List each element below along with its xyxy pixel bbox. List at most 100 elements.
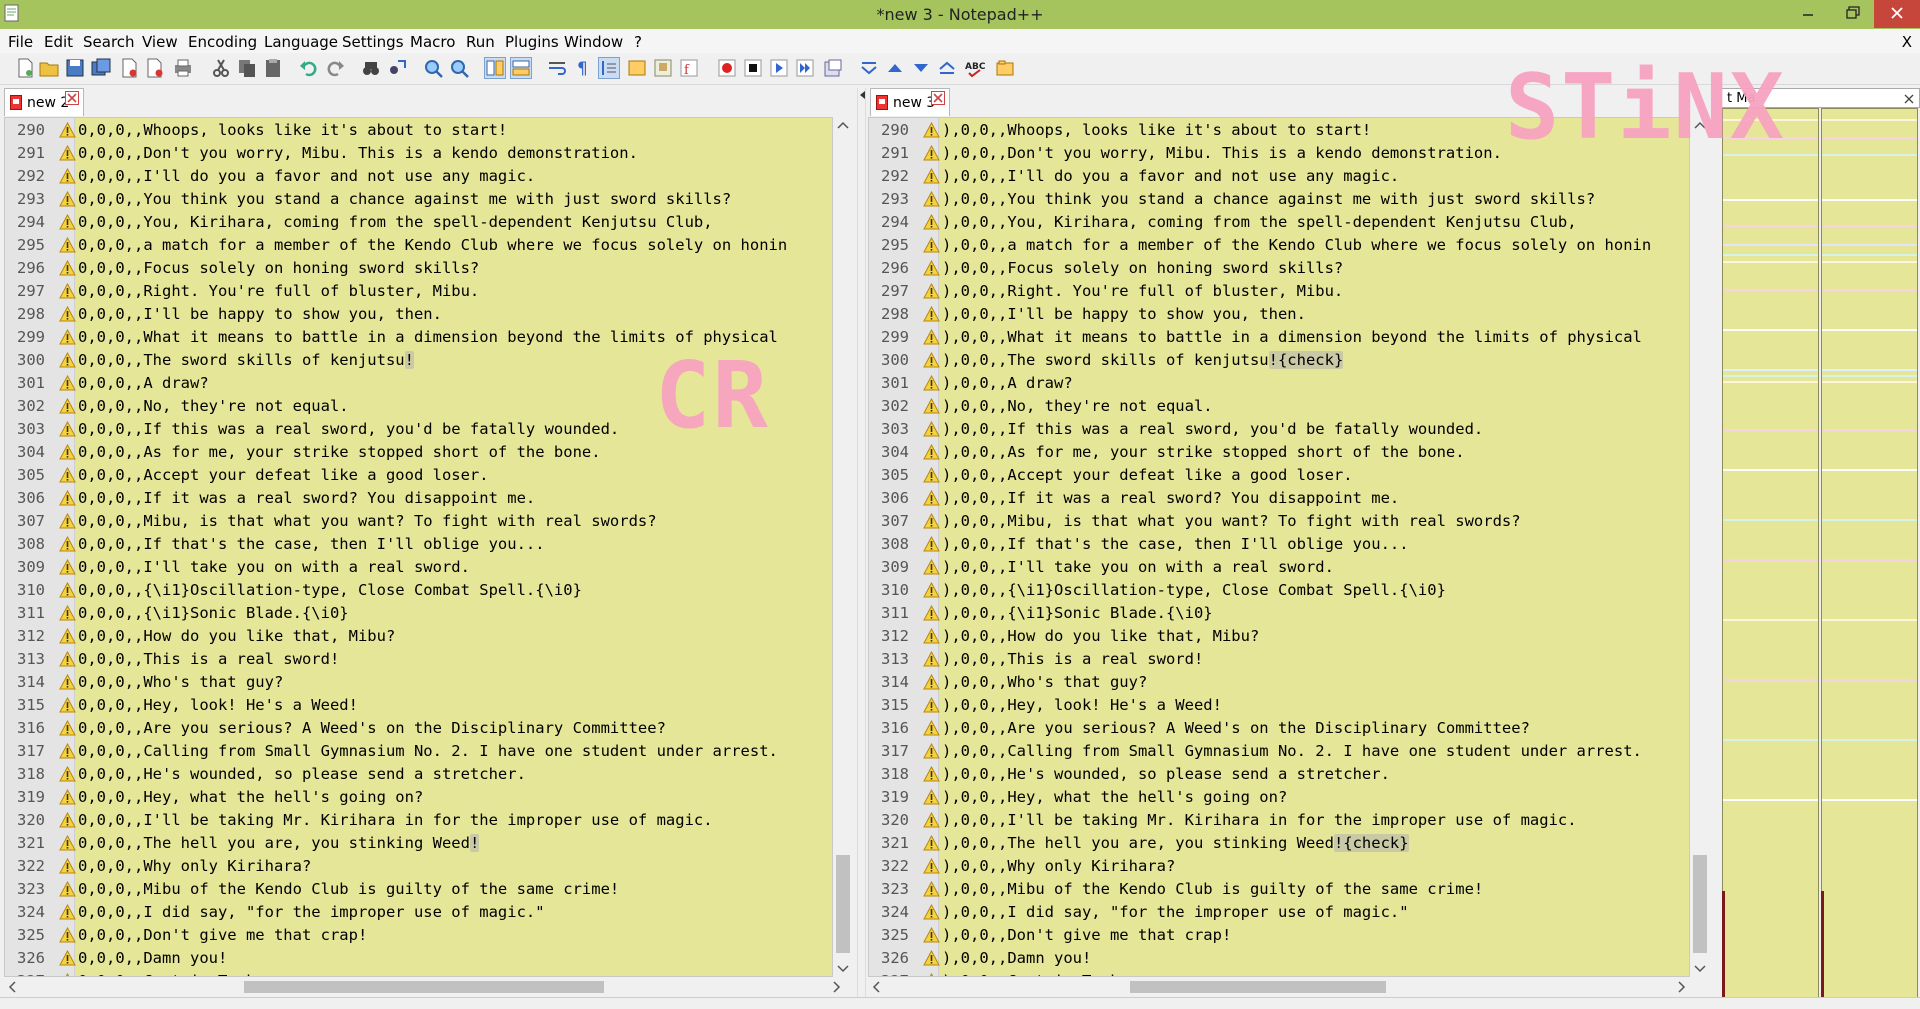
- close-file-button[interactable]: [118, 57, 140, 79]
- editor-line[interactable]: 326),0,0,,Damn you!: [869, 946, 1689, 969]
- editor-line[interactable]: 324),0,0,,I did say, "for the improper u…: [869, 900, 1689, 923]
- right-horizontal-scrollbar[interactable]: [868, 977, 1710, 997]
- editor-line[interactable]: 325 0,0,0,,Don't give me that crap!: [5, 923, 832, 946]
- editor-line[interactable]: 296),0,0,,Focus solely on honing sword s…: [869, 256, 1689, 279]
- scroll-right-icon[interactable]: [829, 977, 845, 997]
- editor-line[interactable]: 323 0,0,0,,Mibu of the Kendo Club is guil…: [5, 877, 832, 900]
- spell-check-button[interactable]: ABC: [964, 57, 986, 79]
- print-button[interactable]: [172, 57, 194, 79]
- scroll-thumb[interactable]: [1130, 981, 1386, 993]
- editor-line[interactable]: 308),0,0,,If that's the case, then I'll …: [869, 532, 1689, 555]
- editor-line[interactable]: 294 0,0,0,,You, Kirihara, coming from the…: [5, 210, 832, 233]
- editor-line[interactable]: 320 0,0,0,,I'll be taking Mr. Kirihara in…: [5, 808, 832, 831]
- editor-line[interactable]: 301),0,0,,A draw?: [869, 371, 1689, 394]
- editor-line[interactable]: 310),0,0,,{\i1}Oscillation-type, Close C…: [869, 578, 1689, 601]
- left-editor[interactable]: 290 0,0,0,,Whoops, looks like it's about …: [4, 117, 833, 977]
- editor-line[interactable]: 322 0,0,0,,Why only Kirihara?: [5, 854, 832, 877]
- menu-search[interactable]: Search: [83, 33, 135, 51]
- editor-line[interactable]: 292 0,0,0,,I'll do you a favor and not us…: [5, 164, 832, 187]
- save-button[interactable]: [64, 57, 86, 79]
- menu-view[interactable]: View: [142, 33, 178, 51]
- editor-line[interactable]: 319 0,0,0,,Hey, what the hell's going on?: [5, 785, 832, 808]
- editor-line[interactable]: 322),0,0,,Why only Kirihara?: [869, 854, 1689, 877]
- scroll-left-icon[interactable]: [4, 977, 20, 997]
- view-splitter[interactable]: [857, 88, 866, 1008]
- right-vertical-scrollbar[interactable]: [1690, 117, 1710, 977]
- restore-button[interactable]: [1830, 0, 1874, 28]
- play-macro-button[interactable]: [768, 57, 790, 79]
- zoom-out-button[interactable]: [448, 57, 470, 79]
- editor-line[interactable]: 313),0,0,,This is a real sword!: [869, 647, 1689, 670]
- paste-button[interactable]: [262, 57, 284, 79]
- editor-line[interactable]: 305),0,0,,Accept your defeat like a good…: [869, 463, 1689, 486]
- menu-file[interactable]: File: [8, 33, 33, 51]
- editor-line[interactable]: 316 0,0,0,,Are you serious? A Weed's on t…: [5, 716, 832, 739]
- editor-line[interactable]: 290 0,0,0,,Whoops, looks like it's about …: [5, 118, 832, 141]
- new-file-button[interactable]: [14, 57, 36, 79]
- save-macro-button[interactable]: [822, 57, 844, 79]
- editor-line[interactable]: 323),0,0,,Mibu of the Kendo Club is guil…: [869, 877, 1689, 900]
- editor-line[interactable]: 321 0,0,0,,The hell you are, you stinking…: [5, 831, 832, 854]
- editor-line[interactable]: 324 0,0,0,,I did say, "for the improper u…: [5, 900, 832, 923]
- editor-line[interactable]: 303),0,0,,If this was a real sword, you'…: [869, 417, 1689, 440]
- scroll-right-icon[interactable]: [1674, 977, 1690, 997]
- editor-line[interactable]: 297),0,0,,Right. You're full of bluster,…: [869, 279, 1689, 302]
- left-horizontal-scrollbar[interactable]: [4, 977, 853, 997]
- editor-line[interactable]: 315 0,0,0,,Hey, look! He's a Weed!: [5, 693, 832, 716]
- document-map-viewport[interactable]: [1821, 891, 1824, 1001]
- cut-button[interactable]: [210, 57, 232, 79]
- editor-line[interactable]: 318),0,0,,He's wounded, so please send a…: [869, 762, 1689, 785]
- scroll-down-icon[interactable]: [833, 961, 853, 977]
- editor-line[interactable]: 305 0,0,0,,Accept your defeat like a good…: [5, 463, 832, 486]
- menu-macro[interactable]: Macro: [410, 33, 455, 51]
- editor-line[interactable]: 325),0,0,,Don't give me that crap!: [869, 923, 1689, 946]
- right-editor[interactable]: 290),0,0,,Whoops, looks like it's about …: [868, 117, 1690, 977]
- close-document-button[interactable]: X: [1902, 33, 1912, 51]
- menu-window[interactable]: Window: [564, 33, 623, 51]
- document-map-right-view[interactable]: [1821, 108, 1918, 1001]
- editor-line[interactable]: 314),0,0,,Who's that guy?: [869, 670, 1689, 693]
- editor-line[interactable]: 327),0,0,,Captain Tsukasa: [869, 969, 1689, 976]
- editor-line[interactable]: 293),0,0,,You think you stand a chance a…: [869, 187, 1689, 210]
- tab-new-2[interactable]: new 2: [4, 88, 84, 116]
- editor-line[interactable]: 295 0,0,0,,a match for a member of the Ke…: [5, 233, 832, 256]
- editor-line[interactable]: 312),0,0,,How do you like that, Mibu?: [869, 624, 1689, 647]
- editor-line[interactable]: 312 0,0,0,,How do you like that, Mibu?: [5, 624, 832, 647]
- tab-close-icon[interactable]: [931, 91, 945, 105]
- editor-line[interactable]: 304),0,0,,As for me, your strike stopped…: [869, 440, 1689, 463]
- save-all-button[interactable]: [90, 57, 112, 79]
- close-all-button[interactable]: [144, 57, 166, 79]
- editor-line[interactable]: 307),0,0,,Mibu, is that what you want? T…: [869, 509, 1689, 532]
- editor-line[interactable]: 314 0,0,0,,Who's that guy?: [5, 670, 832, 693]
- editor-line[interactable]: 296 0,0,0,,Focus solely on honing sword s…: [5, 256, 832, 279]
- minimize-button[interactable]: [1788, 0, 1828, 28]
- document-map-viewport[interactable]: [1722, 891, 1725, 1001]
- editor-line[interactable]: 291 0,0,0,,Don't you worry, Mibu. This is…: [5, 141, 832, 164]
- editor-line[interactable]: 302),0,0,,No, they're not equal.: [869, 394, 1689, 417]
- menu-run[interactable]: Run: [466, 33, 495, 51]
- editor-line[interactable]: 299),0,0,,What it means to battle in a d…: [869, 325, 1689, 348]
- editor-line[interactable]: 308 0,0,0,,If that's the case, then I'll …: [5, 532, 832, 555]
- editor-line[interactable]: 313 0,0,0,,This is a real sword!: [5, 647, 832, 670]
- menu-encoding[interactable]: Encoding: [188, 33, 257, 51]
- editor-line[interactable]: 317 0,0,0,,Calling from Small Gymnasium N…: [5, 739, 832, 762]
- run-macro-multiple-button[interactable]: [794, 57, 816, 79]
- editor-line[interactable]: 309 0,0,0,,I'll take you on with a real s…: [5, 555, 832, 578]
- editor-line[interactable]: 315),0,0,,Hey, look! He's a Weed!: [869, 693, 1689, 716]
- find-button[interactable]: [360, 57, 382, 79]
- editor-line[interactable]: 326 0,0,0,,Damn you!: [5, 946, 832, 969]
- close-icon[interactable]: [1903, 93, 1915, 105]
- editor-line[interactable]: 317),0,0,,Calling from Small Gymnasium N…: [869, 739, 1689, 762]
- scroll-left-icon[interactable]: [868, 977, 884, 997]
- scroll-thumb[interactable]: [836, 855, 850, 953]
- editor-line[interactable]: 311),0,0,,{\i1}Sonic Blade.{\i0}: [869, 601, 1689, 624]
- editor-line[interactable]: 310 0,0,0,,{\i1}Oscillation-type, Close C…: [5, 578, 832, 601]
- undo-button[interactable]: [298, 57, 320, 79]
- word-wrap-button[interactable]: [546, 57, 568, 79]
- document-map-button[interactable]: [652, 57, 674, 79]
- move-up-button[interactable]: [884, 57, 906, 79]
- replace-button[interactable]: [386, 57, 408, 79]
- sync-vertical-scroll-button[interactable]: [484, 57, 506, 79]
- record-macro-button[interactable]: [716, 57, 738, 79]
- editor-line[interactable]: 307 0,0,0,,Mibu, is that what you want? T…: [5, 509, 832, 532]
